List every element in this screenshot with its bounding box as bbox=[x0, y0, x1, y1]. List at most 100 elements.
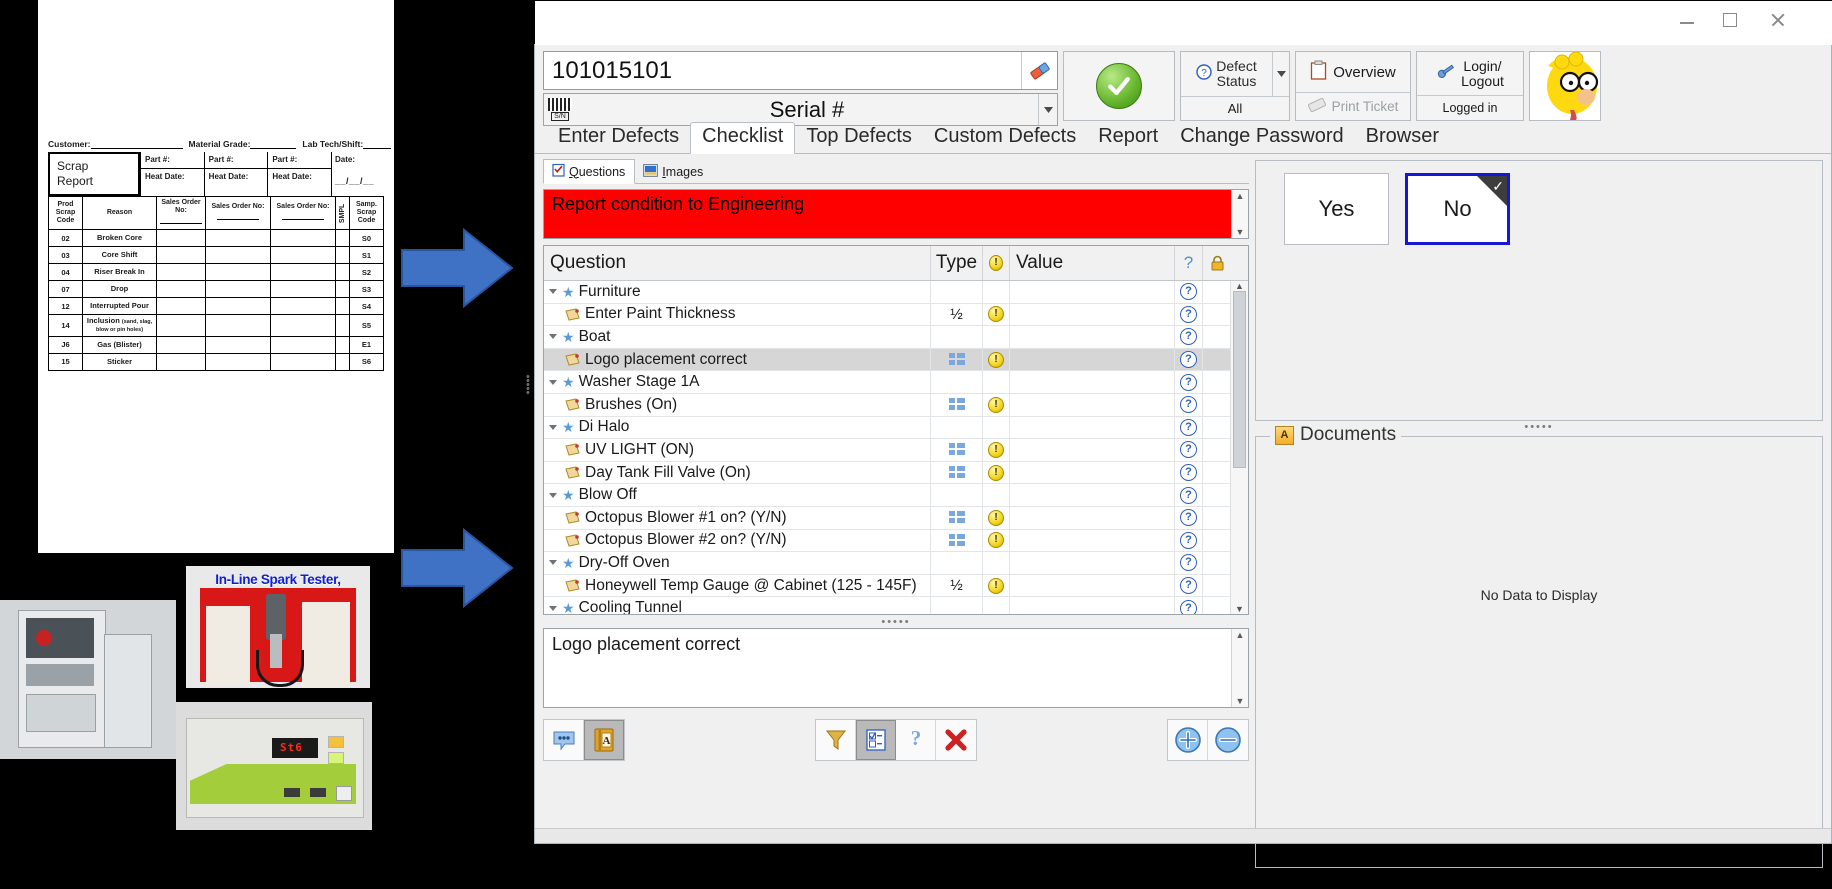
grid-cell-type[interactable] bbox=[931, 529, 983, 552]
grid-cell-question[interactable]: ★ Washer Stage 1A bbox=[544, 371, 931, 393]
grid-cell-question[interactable]: ★ Di Halo bbox=[544, 416, 931, 439]
add-button[interactable] bbox=[1168, 720, 1208, 760]
grid-cell-warning[interactable]: ! bbox=[983, 461, 1010, 484]
defect-status-dropdown[interactable] bbox=[1273, 52, 1289, 96]
grid-cell-question[interactable]: ★ Dry-Off Oven bbox=[544, 552, 931, 574]
grid-cell-type[interactable] bbox=[931, 597, 983, 614]
grid-cell-help[interactable]: ? bbox=[1175, 484, 1203, 506]
grid-cell-lock[interactable] bbox=[1203, 506, 1231, 529]
tab-browser[interactable]: Browser bbox=[1355, 123, 1450, 153]
collapse-triangle-icon[interactable] bbox=[549, 560, 557, 566]
grid-cell-warning[interactable]: ! bbox=[983, 439, 1010, 461]
tab-custom-defects[interactable]: Custom Defects bbox=[923, 123, 1087, 153]
grid-group-row[interactable]: ★ Furniture? bbox=[544, 281, 1248, 304]
collapse-triangle-icon[interactable] bbox=[549, 334, 557, 340]
grid-cell-help[interactable]: ? bbox=[1175, 416, 1203, 439]
grid-cell-question[interactable]: Brushes (On) bbox=[544, 393, 931, 416]
help-circle-icon[interactable]: ? bbox=[1180, 486, 1197, 504]
print-ticket-button[interactable]: Print Ticket bbox=[1296, 93, 1410, 120]
dictionary-book-button[interactable]: A bbox=[584, 720, 624, 760]
grid-cell-question[interactable]: UV LIGHT (ON) bbox=[544, 439, 931, 461]
grid-cell-warning[interactable]: ! bbox=[983, 348, 1010, 371]
help-circle-icon[interactable]: ? bbox=[1180, 328, 1197, 346]
avatar[interactable] bbox=[1529, 51, 1601, 121]
grid-cell-help[interactable]: ? bbox=[1175, 506, 1203, 529]
grid-col-lock[interactable] bbox=[1203, 246, 1231, 280]
help-circle-icon[interactable]: ? bbox=[1180, 283, 1197, 301]
grid-cell-lock[interactable] bbox=[1203, 597, 1231, 614]
memo-scroll-down-icon[interactable]: ▼ bbox=[1236, 696, 1245, 706]
grid-cell-type[interactable] bbox=[931, 506, 983, 529]
grid-question-row[interactable]: Day Tank Fill Valve (On)!? bbox=[544, 461, 1248, 485]
grid-cell-type[interactable] bbox=[931, 371, 983, 393]
grid-cell-question[interactable]: Enter Paint Thickness bbox=[544, 303, 931, 326]
memo-panel[interactable]: Logo placement correct ▲ ▼ bbox=[543, 628, 1249, 708]
grid-cell-value[interactable] bbox=[1010, 416, 1175, 439]
filter-funnel-button[interactable] bbox=[816, 720, 856, 760]
grid-cell-help[interactable]: ? bbox=[1175, 461, 1203, 484]
help-circle-icon[interactable]: ? bbox=[1180, 305, 1197, 323]
grid-cell-help[interactable]: ? bbox=[1175, 439, 1203, 461]
collapse-triangle-icon[interactable] bbox=[549, 605, 557, 611]
grid-cell-lock[interactable] bbox=[1203, 484, 1231, 506]
grid-col-question[interactable]: Question bbox=[544, 246, 931, 280]
grid-cell-value[interactable] bbox=[1010, 439, 1175, 461]
clear-eraser-button[interactable] bbox=[1021, 52, 1057, 89]
tab-top-defects[interactable]: Top Defects bbox=[795, 123, 923, 153]
collapse-triangle-icon[interactable] bbox=[549, 492, 557, 498]
banner-scrollbar[interactable]: ▲ ▼ bbox=[1231, 190, 1248, 238]
tab-report[interactable]: Report bbox=[1087, 123, 1169, 153]
expand-collapse-star[interactable]: ★ bbox=[549, 420, 575, 434]
help-circle-icon[interactable]: ? bbox=[1180, 351, 1197, 369]
grid-cell-warning[interactable] bbox=[983, 597, 1010, 614]
collapse-triangle-icon[interactable] bbox=[549, 289, 557, 295]
memo-scroll-up-icon[interactable]: ▲ bbox=[1236, 630, 1245, 640]
grid-cell-warning[interactable] bbox=[983, 281, 1010, 303]
grid-col-help[interactable]: ? bbox=[1175, 246, 1203, 280]
answer-yes-button[interactable]: Yes bbox=[1284, 173, 1389, 245]
grid-col-value[interactable]: Value bbox=[1010, 246, 1175, 280]
checklist-edit-button[interactable] bbox=[856, 720, 896, 760]
grid-question-row[interactable]: Octopus Blower #1 on? (Y/N)!? bbox=[544, 506, 1248, 530]
grid-cell-value[interactable] bbox=[1010, 393, 1175, 416]
grid-cell-help[interactable]: ? bbox=[1175, 393, 1203, 416]
grid-cell-help[interactable]: ? bbox=[1175, 574, 1203, 597]
expand-collapse-star[interactable]: ★ bbox=[549, 330, 575, 344]
help-circle-icon[interactable]: ? bbox=[1180, 509, 1197, 527]
grid-cell-value[interactable] bbox=[1010, 303, 1175, 326]
grid-cell-lock[interactable] bbox=[1203, 461, 1231, 484]
scroll-down-arrow-icon[interactable]: ▼ bbox=[1231, 604, 1248, 614]
grid-cell-lock[interactable] bbox=[1203, 281, 1231, 303]
grid-group-row[interactable]: ★ Cooling Tunnel? bbox=[544, 597, 1248, 614]
grid-cell-type[interactable] bbox=[931, 416, 983, 439]
grid-question-row[interactable]: Honeywell Temp Gauge @ Cabinet (125 - 14… bbox=[544, 574, 1248, 598]
grid-cell-help[interactable]: ? bbox=[1175, 326, 1203, 348]
grid-cell-type[interactable] bbox=[931, 484, 983, 506]
grid-cell-help[interactable]: ? bbox=[1175, 552, 1203, 574]
grid-cell-question[interactable]: ★ Boat bbox=[544, 326, 931, 348]
expand-collapse-star[interactable]: ★ bbox=[549, 488, 575, 502]
expand-collapse-star[interactable]: ★ bbox=[549, 285, 575, 299]
grid-cell-value[interactable] bbox=[1010, 461, 1175, 484]
expand-collapse-star[interactable]: ★ bbox=[549, 601, 575, 614]
scroll-up-arrow-icon[interactable]: ▲ bbox=[1236, 191, 1245, 201]
grid-cell-type[interactable] bbox=[931, 439, 983, 461]
grid-question-row[interactable]: Octopus Blower #2 on? (Y/N)!? bbox=[544, 529, 1248, 553]
grid-group-row[interactable]: ★ Di Halo? bbox=[544, 416, 1248, 440]
grid-cell-lock[interactable] bbox=[1203, 326, 1231, 348]
comment-bubble-button[interactable] bbox=[544, 720, 584, 760]
grid-cell-value[interactable] bbox=[1010, 506, 1175, 529]
grid-cell-lock[interactable] bbox=[1203, 303, 1231, 326]
grid-cell-value[interactable] bbox=[1010, 326, 1175, 348]
grid-cell-type[interactable] bbox=[931, 552, 983, 574]
subtab-images[interactable]: Images bbox=[635, 161, 712, 183]
help-circle-icon[interactable]: ? bbox=[1180, 531, 1197, 549]
grid-cell-question[interactable]: Logo placement correct bbox=[544, 348, 931, 371]
tab-checklist[interactable]: Checklist bbox=[690, 122, 796, 154]
remove-button[interactable] bbox=[1208, 720, 1248, 760]
grid-cell-question[interactable]: Day Tank Fill Valve (On) bbox=[544, 461, 931, 484]
tab-enter-defects[interactable]: Enter Defects bbox=[547, 123, 690, 153]
chevron-down-icon[interactable] bbox=[1038, 94, 1057, 125]
scroll-up-arrow-icon[interactable]: ▲ bbox=[1231, 281, 1248, 291]
memo-scrollbar[interactable]: ▲ ▼ bbox=[1231, 629, 1248, 707]
